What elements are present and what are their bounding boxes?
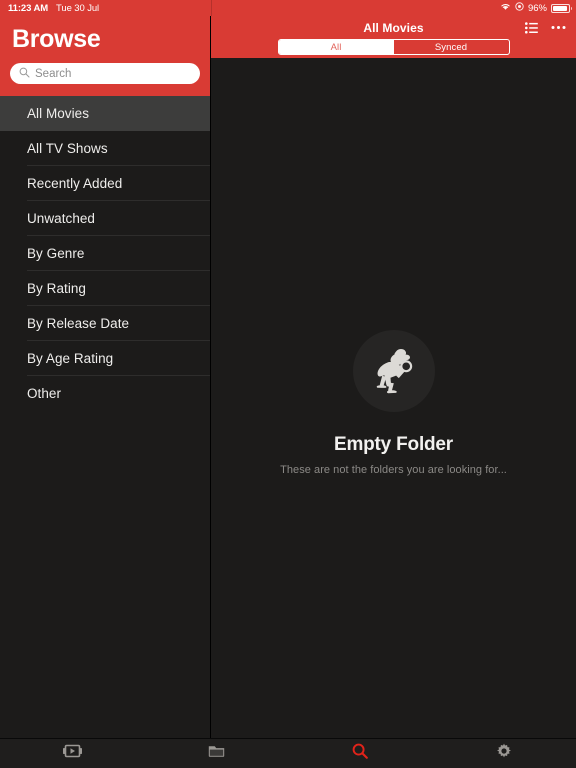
sidebar-list: All Movies All TV Shows Recently Added U… — [0, 96, 210, 738]
sidebar-item-other[interactable]: Other — [0, 376, 210, 411]
sidebar-item-label: All TV Shows — [27, 141, 108, 156]
main-content: All Movies All Synced Empty Folder These… — [211, 16, 576, 738]
sidebar-item-label: By Rating — [27, 281, 86, 296]
nav-actions — [525, 21, 566, 34]
status-bar-divider — [211, 0, 212, 16]
battery-icon — [551, 3, 572, 13]
empty-state: Empty Folder These are not the folders y… — [211, 330, 576, 476]
empty-state-title: Empty Folder — [333, 434, 453, 455]
list-view-icon[interactable] — [525, 21, 538, 34]
more-options-icon[interactable] — [551, 25, 566, 30]
sidebar-item-label: Recently Added — [27, 176, 123, 191]
nav-title: All Movies — [363, 20, 424, 35]
video-play-icon — [62, 744, 82, 763]
empty-state-illustration — [352, 330, 435, 412]
library-tab[interactable] — [0, 744, 144, 763]
sidebar-item-label: Unwatched — [27, 211, 95, 226]
settings-tab[interactable] — [432, 743, 576, 764]
sidebar-item-all-tv-shows[interactable]: All TV Shows — [0, 131, 210, 166]
sidebar-item-recently-added[interactable]: Recently Added — [0, 166, 210, 201]
sidebar-item-label: All Movies — [27, 106, 90, 121]
sidebar-item-all-movies[interactable]: All Movies — [0, 96, 210, 131]
status-bar-left: 11:23 AM Tue 30 Jul — [8, 3, 99, 14]
sidebar: Browse All Movies Al — [0, 16, 211, 738]
search-tab[interactable] — [288, 743, 432, 764]
status-bar-right: 96% — [500, 2, 572, 14]
search-icon — [352, 743, 368, 764]
segmented-control: All Synced — [277, 39, 510, 55]
status-date: Tue 30 Jul — [56, 2, 100, 14]
nav-bar: All Movies — [211, 16, 576, 39]
folder-icon — [208, 744, 225, 763]
wifi-icon — [500, 2, 511, 14]
page-title: Browse — [12, 25, 101, 53]
tab-bar — [0, 738, 576, 768]
search-input[interactable] — [35, 67, 191, 80]
detective-magnifier-icon — [365, 340, 423, 403]
search-icon — [19, 65, 30, 83]
sidebar-item-label: By Release Date — [27, 316, 130, 331]
body-row: Browse All Movies Al — [0, 16, 576, 738]
battery-percent: 96% — [527, 2, 547, 14]
status-time: 11:23 AM — [8, 2, 49, 14]
app-root: 11:23 AM Tue 30 Jul 96% Browse Search Al… — [0, 0, 576, 768]
sidebar-item-by-age-rating[interactable]: By Age Rating — [0, 341, 210, 376]
sidebar-item-label: By Genre — [27, 246, 85, 261]
search-field[interactable] — [10, 63, 200, 84]
segment-synced[interactable]: Synced — [394, 40, 509, 54]
sidebar-item-by-rating[interactable]: By Rating — [0, 271, 210, 306]
location-icon — [515, 2, 524, 14]
gear-icon — [496, 743, 512, 764]
folders-tab[interactable] — [144, 744, 288, 763]
status-bar: 11:23 AM Tue 30 Jul 96% — [0, 0, 576, 16]
sidebar-item-unwatched[interactable]: Unwatched — [0, 201, 210, 236]
sidebar-item-by-release-date[interactable]: By Release Date — [0, 306, 210, 341]
sidebar-item-label: By Age Rating — [27, 351, 114, 366]
empty-state-subtitle: These are not the folders you are lookin… — [280, 464, 507, 476]
segment-all[interactable]: All — [278, 40, 394, 54]
content-area: Empty Folder These are not the folders y… — [211, 58, 576, 738]
sidebar-header: Browse — [0, 16, 210, 96]
sidebar-item-label: Other — [27, 386, 62, 401]
segmented-control-wrap: All Synced — [211, 39, 576, 58]
sidebar-item-by-genre[interactable]: By Genre — [0, 236, 210, 271]
